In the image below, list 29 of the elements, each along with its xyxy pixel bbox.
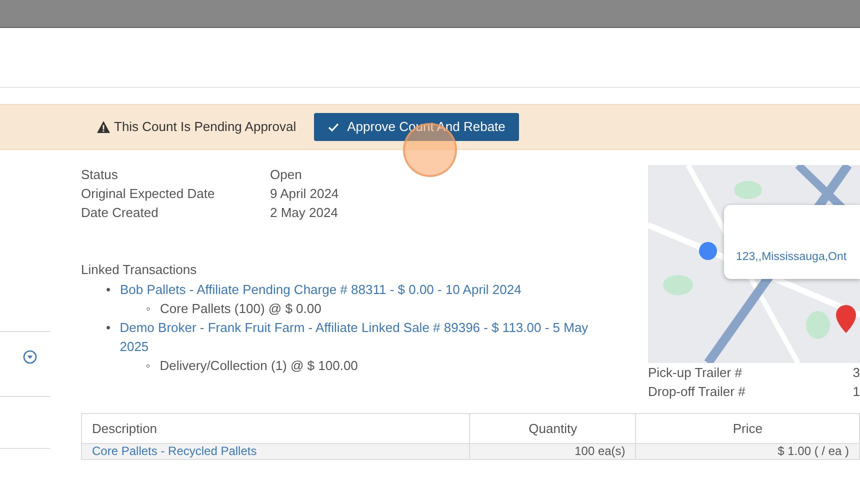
trailer-value: 1 <box>852 383 860 401</box>
transaction-link[interactable]: Demo Broker - Frank Fruit Farm - Affiliate Linked Sale # 89396 - $ 113.00 - 5 May 2025 <box>120 318 611 356</box>
warning-icon <box>97 121 110 133</box>
column-header: Price <box>636 414 860 444</box>
alert-message: This Count Is Pending Approval <box>114 118 296 136</box>
check-icon <box>328 122 340 132</box>
table-cell: 100 ea(s) <box>574 444 626 458</box>
detail-value: Open <box>270 166 302 184</box>
column-header: Description <box>82 414 470 444</box>
detail-label: Date Created <box>81 204 160 222</box>
transaction-link[interactable]: Bob Pallets - Affiliate Pending Charge # 88311 - $ 0.00 - 10 April 2024 <box>120 280 522 298</box>
trailer-value: 3 <box>852 364 860 382</box>
map-popup: 123,,Mississauga,Ont <box>724 205 860 279</box>
table-cell: $ 1.00 ( / ea ) <box>778 444 849 458</box>
detail-label: Original Expected Date <box>81 185 216 203</box>
line-item: Delivery/Collection (1) @ $ 100.00 <box>160 358 358 372</box>
bullet-marker: ◦ <box>146 300 152 318</box>
column-header: Quantity <box>470 414 636 444</box>
trailer-label: Drop-off Trailer # <box>648 383 746 401</box>
detail-label: Status <box>81 166 119 184</box>
section-title: Linked Transactions <box>81 261 198 279</box>
trailer-label: Pick-up Trailer # <box>648 364 742 382</box>
detail-value: 2 May 2024 <box>270 204 338 222</box>
line-item: Core Pallets (100) @ $ 0.00 <box>160 300 322 316</box>
bullet-marker: • <box>106 280 112 298</box>
detail-value: 9 April 2024 <box>270 185 339 203</box>
dropdown-icon[interactable] <box>23 350 37 364</box>
bullet-marker: ◦ <box>146 356 152 374</box>
bullet-marker: • <box>106 318 112 336</box>
